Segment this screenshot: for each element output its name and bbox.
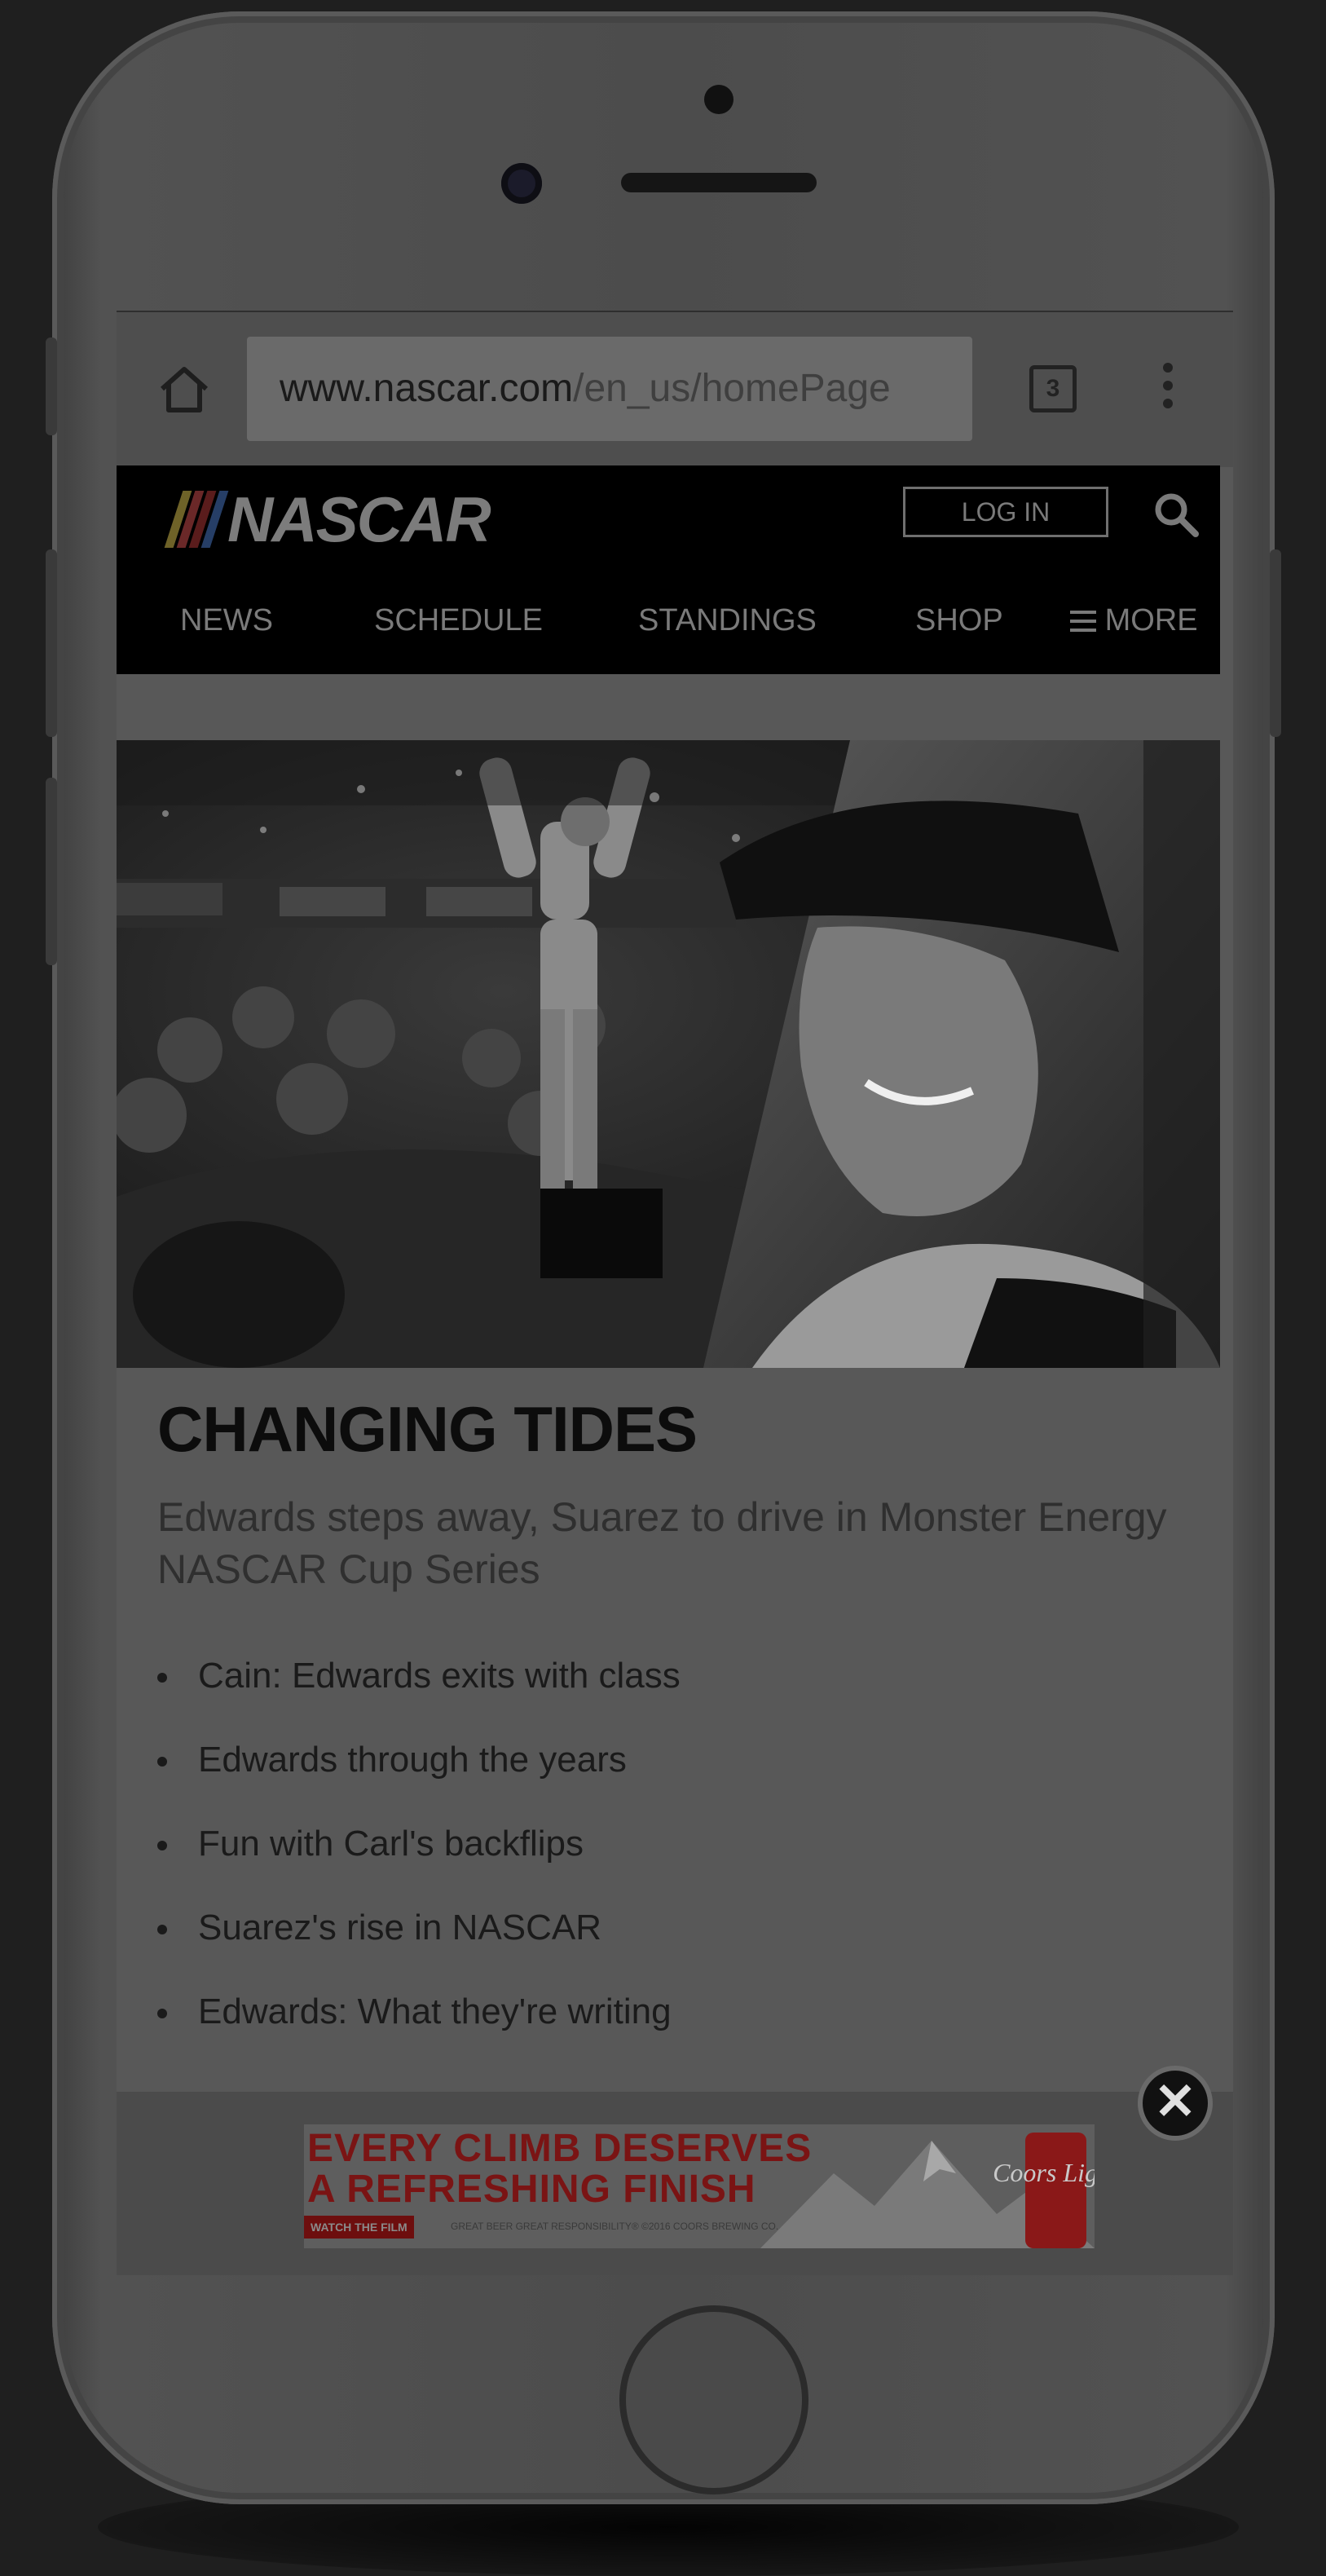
volume-up-button bbox=[46, 549, 57, 737]
phone-screen: www.nascar.com/en_us/homePage 3 NASCAR L… bbox=[117, 311, 1233, 2275]
site-header: NASCAR LOG IN NEWS SCHEDULE STANDINGS SH… bbox=[117, 465, 1220, 674]
url-field[interactable]: www.nascar.com/en_us/homePage bbox=[247, 337, 972, 441]
close-icon[interactable]: ✕ bbox=[1138, 2066, 1213, 2141]
ad-headline-1: EVERY CLIMB DESERVES bbox=[307, 2127, 813, 2170]
related-link[interactable]: Suarez's rise in NASCAR bbox=[157, 1903, 681, 1987]
ad-brand: Coors Light bbox=[993, 2158, 1095, 2187]
overflow-menu-icon[interactable] bbox=[1160, 363, 1176, 420]
ad-headline-2: A REFRESHING FINISH bbox=[307, 2168, 756, 2211]
earpiece-speaker bbox=[621, 173, 817, 192]
login-button[interactable]: LOG IN bbox=[903, 487, 1108, 537]
nascar-logo[interactable]: NASCAR bbox=[164, 479, 491, 560]
front-camera bbox=[501, 163, 542, 204]
related-link[interactable]: Edwards: What they're writing bbox=[157, 1987, 681, 2071]
related-link[interactable]: Cain: Edwards exits with class bbox=[157, 1652, 681, 1736]
mute-switch bbox=[46, 337, 57, 435]
nav-standings[interactable]: STANDINGS bbox=[638, 588, 817, 653]
nav-more-label: MORE bbox=[1104, 603, 1198, 637]
hamburger-icon bbox=[1070, 611, 1096, 632]
search-icon[interactable] bbox=[1152, 490, 1200, 539]
ad-container: EVERY CLIMB DESERVES A REFRESHING FINISH… bbox=[117, 2066, 1233, 2275]
main-nav: NEWS SCHEDULE STANDINGS SHOP MORE bbox=[117, 588, 1220, 653]
hero-photo bbox=[117, 740, 1220, 1368]
ad-mountain-image: Coors Light bbox=[760, 2133, 1095, 2248]
nav-news[interactable]: NEWS bbox=[180, 588, 273, 653]
logo-stripes bbox=[164, 491, 232, 548]
proximity-sensor bbox=[704, 85, 733, 114]
related-link[interactable]: Fun with Carl's backflips bbox=[157, 1820, 681, 1903]
power-button bbox=[1270, 549, 1281, 737]
nav-more[interactable]: MORE bbox=[1070, 588, 1198, 653]
url-domain: www.nascar.com bbox=[280, 367, 574, 410]
article-headline[interactable]: CHANGING TIDES bbox=[157, 1392, 698, 1467]
hero-image[interactable] bbox=[117, 740, 1220, 1368]
related-links: Cain: Edwards exits with class Edwards t… bbox=[157, 1652, 681, 2071]
home-icon[interactable] bbox=[156, 361, 213, 418]
logo-text: NASCAR bbox=[227, 483, 491, 555]
ad-cta[interactable]: WATCH THE FILM bbox=[304, 2216, 414, 2239]
ad-banner[interactable]: EVERY CLIMB DESERVES A REFRESHING FINISH… bbox=[304, 2124, 1095, 2248]
nav-schedule[interactable]: SCHEDULE bbox=[374, 588, 543, 653]
nav-shop[interactable]: SHOP bbox=[915, 588, 1003, 653]
volume-down-button bbox=[46, 778, 57, 965]
article-subheadline[interactable]: Edwards steps away, Suarez to drive in M… bbox=[157, 1491, 1217, 1595]
url-path: /en_us/homePage bbox=[573, 367, 891, 410]
home-button[interactable] bbox=[619, 2305, 808, 2494]
browser-toolbar: www.nascar.com/en_us/homePage 3 bbox=[117, 311, 1233, 467]
tab-switcher-button[interactable]: 3 bbox=[1029, 365, 1077, 412]
related-link[interactable]: Edwards through the years bbox=[157, 1736, 681, 1820]
